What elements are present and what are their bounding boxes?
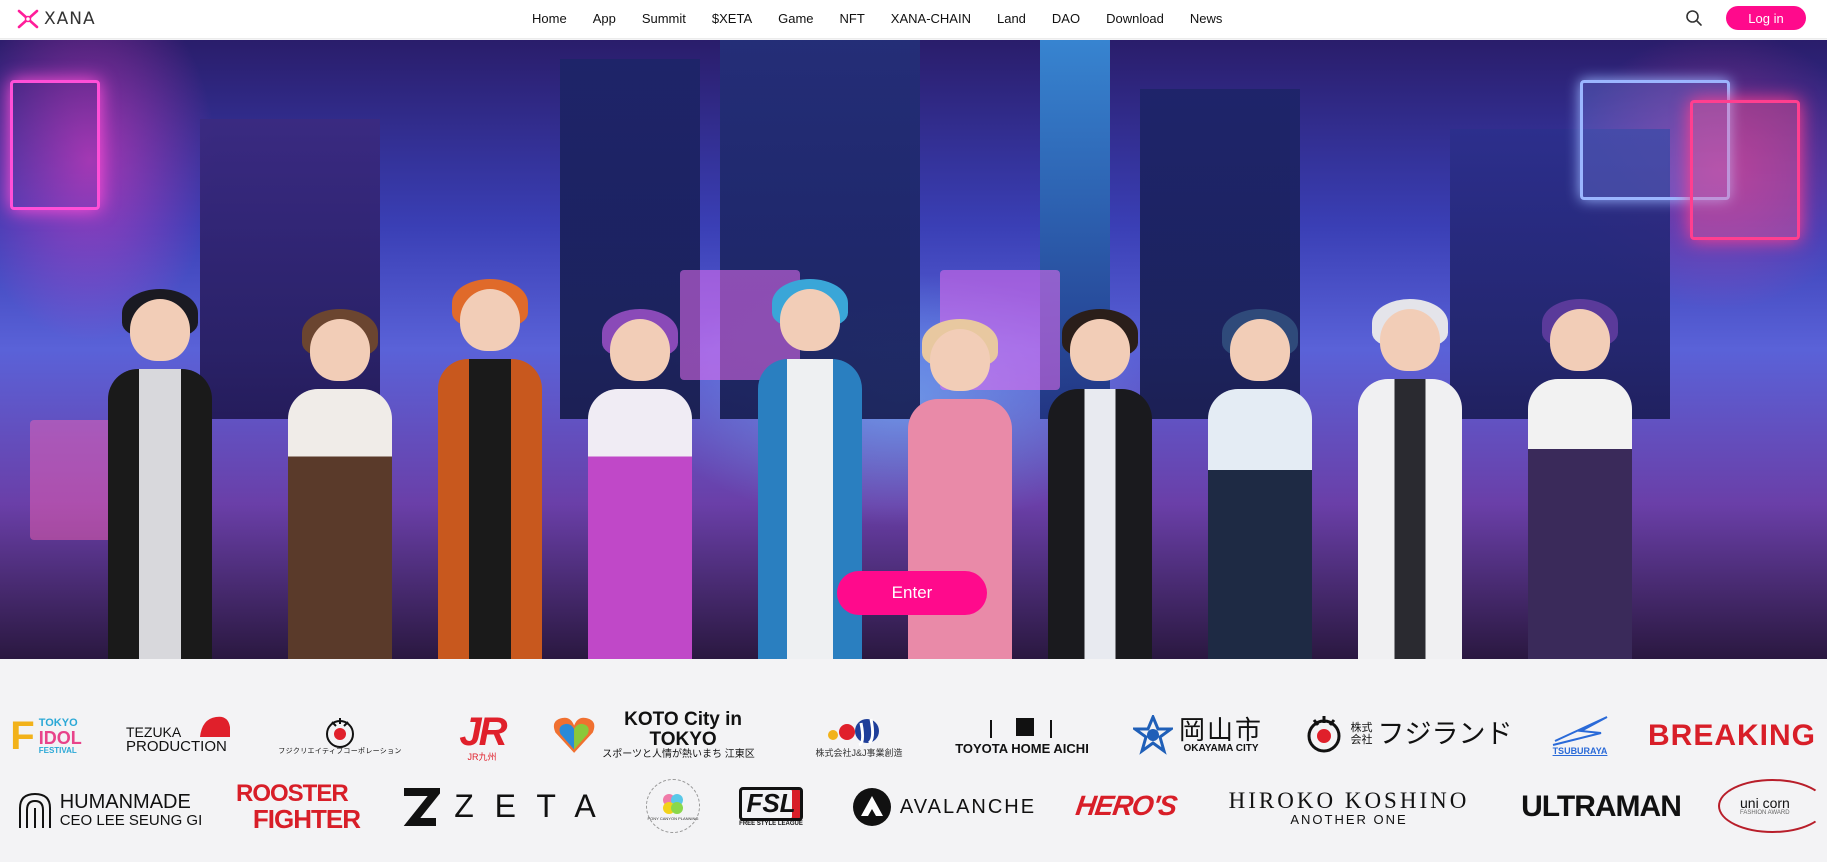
neon-sign — [10, 80, 100, 210]
character — [100, 289, 220, 659]
nav-item-dao[interactable]: DAO — [1052, 11, 1080, 26]
character — [1520, 299, 1640, 659]
partner-logo-zeta[interactable]: Z E T A — [396, 783, 606, 831]
partner-logo-tsuburaya[interactable]: TSUBURAYA — [1548, 711, 1612, 761]
brand-name: XANA — [44, 9, 96, 29]
search-icon[interactable] — [1684, 8, 1704, 28]
fcc-emblem-icon — [326, 718, 354, 749]
avalanche-logo-icon — [852, 788, 891, 826]
partner-logo-fcc[interactable]: フジクリエイティブコーポレーション — [268, 711, 412, 761]
neon-sign — [1690, 100, 1800, 240]
character — [580, 309, 700, 659]
partner-logo-koto-city[interactable]: KOTO City in TOKYO スポーツと人情が熱いまち 江東区 — [552, 709, 764, 759]
toyota-home-mark-icon — [990, 718, 1052, 739]
brand-logo[interactable]: XANA — [16, 8, 96, 30]
partner-logo-rooster-fighter[interactable]: ROOSTER FIGHTER — [236, 781, 361, 833]
fujiland-emblem-icon — [1307, 716, 1340, 753]
nav-item-news[interactable]: News — [1190, 11, 1223, 26]
partner-logos: F TOKYO IDOL FESTIVAL TEZUKA PRODUCTION … — [0, 659, 1827, 862]
nav-item-summit[interactable]: Summit — [642, 11, 686, 26]
partner-logo-breaking-down[interactable]: BREAKING DO — [1648, 713, 1827, 759]
partner-logo-pony-canyon[interactable]: PONY CANYON PLANNING — [646, 779, 700, 833]
jj-emblem-icon — [828, 718, 879, 747]
partner-logo-hiroko-koshino[interactable]: HIROKO KOSHINO ANOTHER ONE — [1212, 785, 1486, 831]
character — [1200, 309, 1320, 659]
okayama-emblem-icon — [1132, 715, 1173, 755]
enter-button[interactable]: Enter — [837, 571, 987, 615]
partner-logo-tokyo-idol-festival[interactable]: F TOKYO IDOL FESTIVAL — [0, 711, 92, 761]
nav-item-xana-chain[interactable]: XANA-CHAIN — [891, 11, 971, 26]
partner-logo-tezuka-production[interactable]: TEZUKA PRODUCTION — [126, 709, 232, 761]
pony-canyon-flower-icon — [663, 793, 683, 814]
login-button[interactable]: Log in — [1726, 6, 1806, 30]
main-nav: Home App Summit $XETA Game NFT XANA-CHAI… — [532, 0, 1248, 36]
nav-item-nft[interactable]: NFT — [840, 11, 865, 26]
hero-banner: Enter — [0, 40, 1827, 659]
character — [430, 279, 550, 659]
partner-logo-heros[interactable]: HERO'S — [1074, 781, 1179, 831]
tsuburaya-mark-icon — [1552, 716, 1608, 747]
zeta-mark-icon — [403, 788, 441, 826]
partner-logo-humanmade[interactable]: HUMANMADE CEO LEE SEUNG GI — [14, 787, 204, 833]
koto-heart-icon — [553, 717, 595, 753]
nav-item-download[interactable]: Download — [1106, 11, 1164, 26]
partner-logo-avalanche[interactable]: AVALANCHE — [846, 785, 1042, 829]
character — [1350, 299, 1470, 659]
partner-logo-ultraman[interactable]: ULTRAMAN — [1518, 785, 1684, 829]
character — [280, 309, 400, 659]
partner-logo-okayama-city[interactable]: 岡山市 OKAYAMA CITY — [1128, 711, 1268, 761]
humanmade-arch-icon — [18, 792, 51, 828]
partner-logo-fujiland[interactable]: 株式会社 フジランド — [1302, 711, 1514, 757]
nav-item-land[interactable]: Land — [997, 11, 1026, 26]
xana-logo-icon — [17, 9, 39, 29]
tezuka-mascot-icon — [200, 716, 230, 737]
partner-logo-jr-kyushu[interactable]: JR JR九州 — [448, 711, 516, 763]
character — [1040, 309, 1160, 659]
nav-item-app[interactable]: App — [593, 11, 616, 26]
top-navigation-bar: XANA Home App Summit $XETA Game NFT XANA… — [0, 0, 1827, 39]
partner-logo-jj-business[interactable]: 株式会社J&J事業創造 — [798, 711, 920, 763]
partner-logo-free-style-league[interactable]: FSL FREE STYLE LEAGUE — [732, 783, 810, 831]
nav-item-xeta[interactable]: $XETA — [712, 11, 752, 26]
nav-item-home[interactable]: Home — [532, 11, 567, 26]
partner-logo-unicorn[interactable]: uni corn FASHION AWARD — [1718, 779, 1827, 833]
partner-logo-toyota-home-aichi[interactable]: TOYOTA HOME AICHI — [952, 711, 1092, 761]
nav-item-game[interactable]: Game — [778, 11, 813, 26]
